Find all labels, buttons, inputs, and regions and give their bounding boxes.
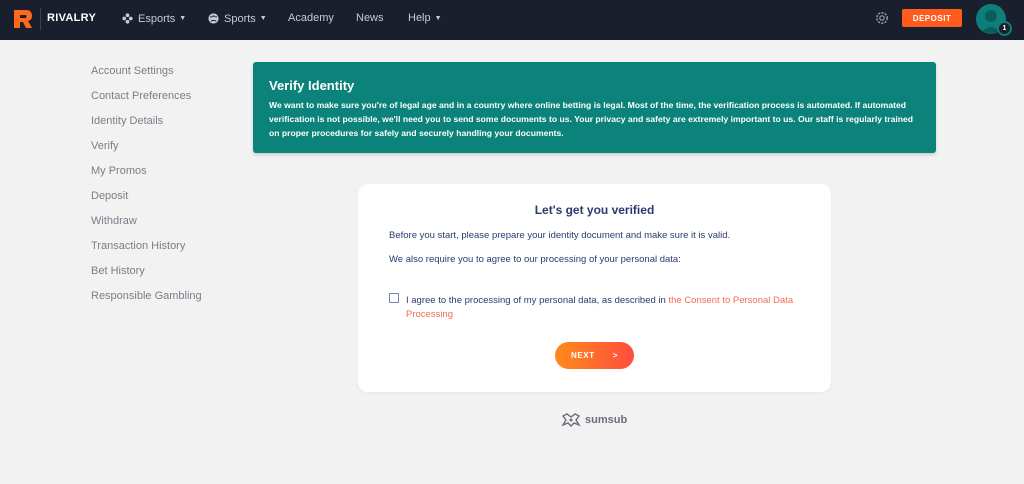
next-button[interactable]: NEXT > (555, 342, 634, 369)
sidebar-item-verify[interactable]: Verify (91, 140, 231, 152)
gamepad-icon (122, 13, 133, 24)
consent-text: I agree to the processing of my personal… (406, 295, 669, 306)
consent-checkbox[interactable] (389, 293, 399, 303)
brand-name[interactable]: RIVALRY (47, 12, 96, 24)
gear-icon[interactable] (874, 10, 890, 26)
sidebar-item-account-settings[interactable]: Account Settings (91, 65, 231, 77)
sidebar-item-bet-history[interactable]: Bet History (91, 265, 231, 277)
sidebar-item-my-promos[interactable]: My Promos (91, 165, 231, 177)
banner-text: We want to make sure you're of legal age… (269, 100, 914, 138)
banner-title: Verify Identity (269, 78, 355, 93)
sidebar-item-contact-preferences[interactable]: Contact Preferences (91, 90, 231, 102)
avatar-badge: 1 (997, 21, 1012, 36)
sidebar-item-transaction-history[interactable]: Transaction History (91, 240, 231, 252)
nav-academy[interactable]: Academy (288, 12, 334, 24)
next-label: NEXT (570, 351, 595, 360)
sumsub-label: sumsub (585, 414, 628, 426)
chevron-right-icon: > (612, 351, 619, 360)
sidebar-item-responsible-gambling[interactable]: Responsible Gambling (91, 290, 231, 302)
consent-label: I agree to the processing of my personal… (406, 294, 806, 321)
globe-icon (208, 13, 219, 24)
chevron-down-icon: ▼ (259, 15, 267, 22)
logo-divider (40, 8, 41, 30)
nav-academy-label: Academy (288, 12, 334, 24)
nav-help[interactable]: Help ▼ (408, 12, 442, 24)
nav-help-label: Help (408, 12, 431, 24)
nav-esports-label: Esports (138, 12, 176, 25)
verification-card: Let's get you verified Before you start,… (358, 184, 831, 392)
chevron-down-icon: ▼ (179, 15, 187, 22)
deposit-button[interactable]: DEPOSIT (902, 9, 962, 27)
nav-news[interactable]: News (356, 12, 384, 24)
prepare-document-text: Before you start, please prepare your id… (389, 230, 731, 241)
nav-sports[interactable]: Sports ▼ (207, 12, 267, 25)
sidebar-item-withdraw[interactable]: Withdraw (91, 215, 231, 227)
chevron-down-icon: ▼ (434, 14, 442, 22)
sidebar-item-deposit[interactable]: Deposit (91, 190, 231, 202)
sidebar-item-identity-details[interactable]: Identity Details (91, 115, 231, 127)
data-processing-text: We also require you to agree to our proc… (389, 254, 681, 265)
verify-identity-banner: Verify Identity We want to make sure you… (253, 62, 936, 153)
nav-esports[interactable]: Esports ▼ (121, 12, 186, 25)
sumsub-logo-icon (561, 413, 581, 427)
sumsub-branding: sumsub (561, 413, 627, 427)
rivalry-logo-icon[interactable] (12, 8, 34, 30)
nav-sports-label: Sports (224, 12, 256, 25)
nav-news-label: News (356, 12, 384, 24)
top-nav: RIVALRY Esports ▼ Sports ▼ Academy News … (0, 0, 1024, 40)
card-title: Let's get you verified (534, 203, 655, 217)
